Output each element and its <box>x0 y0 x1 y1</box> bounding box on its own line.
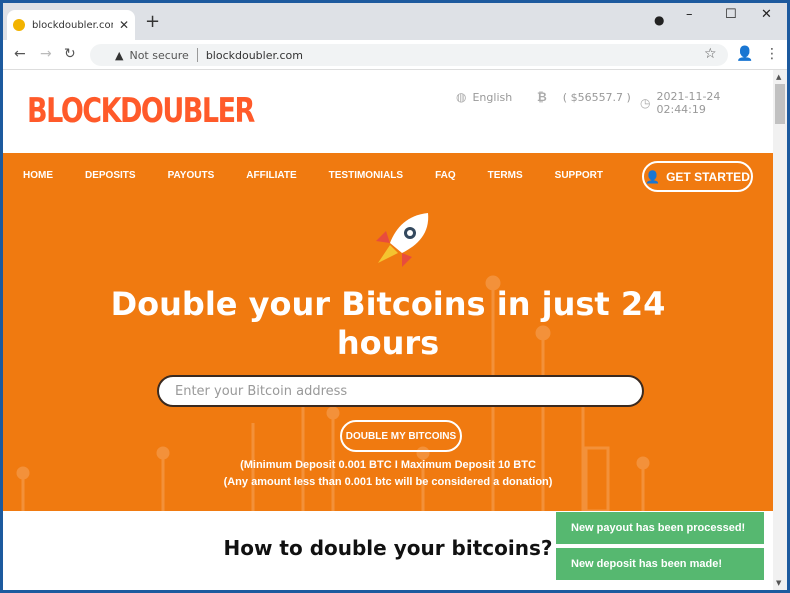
double-my-bitcoins-button[interactable]: DOUBLE MY BITCOINS <box>340 420 462 452</box>
site-logo[interactable]: BLOCKDOUBLER <box>27 92 255 131</box>
menu-icon[interactable]: ⋮ <box>765 46 779 62</box>
globe-icon: ◍ <box>456 90 467 104</box>
favicon-icon <box>13 19 25 31</box>
scrollbar-thumb[interactable] <box>775 84 785 124</box>
language-label: English <box>472 90 513 104</box>
star-icon[interactable]: ☆ <box>704 46 717 62</box>
language-selector[interactable]: ◍ English <box>456 90 512 104</box>
warning-icon: ▲ <box>115 48 124 62</box>
bitcoin-address-input[interactable] <box>157 375 644 407</box>
nav-payouts[interactable]: PAYOUTS <box>168 170 215 181</box>
tab-title: blockdoubler.com - Most Trusted <box>32 19 113 31</box>
nav-faq[interactable]: FAQ <box>435 170 456 181</box>
headline-line-2: hours <box>336 324 440 362</box>
close-window-icon[interactable]: ✕ <box>761 7 772 22</box>
url-text: blockdoubler.com <box>205 48 303 62</box>
nav-support[interactable]: SUPPORT <box>555 170 603 181</box>
main-nav: HOME DEPOSITS PAYOUTS AFFILIATE TESTIMON… <box>23 170 635 181</box>
browser-toolbar: ← → ↻ ▲ Not secure blockdoubler.com ☆ 👤 … <box>3 40 787 70</box>
tab-bar: blockdoubler.com - Most Trusted ✕ + ● – … <box>3 3 787 40</box>
nav-deposits[interactable]: DEPOSITS <box>85 170 136 181</box>
clock-icon: ◷ <box>640 96 651 110</box>
headline-line-1: Double your Bitcoins in just 24 <box>110 285 666 323</box>
get-started-button[interactable]: 👤 GET STARTED <box>642 161 753 192</box>
close-tab-icon[interactable]: ✕ <box>119 18 129 32</box>
donation-note: (Any amount less than 0.001 btc will be … <box>223 476 553 488</box>
hero-section: HOME DEPOSITS PAYOUTS AFFILIATE TESTIMON… <box>3 153 773 511</box>
divider <box>196 48 198 62</box>
browser-window: blockdoubler.com - Most Trusted ✕ + ● – … <box>3 3 787 590</box>
server-time: ◷ 2021-11-24 02:44:19 <box>640 90 773 116</box>
security-label: Not secure <box>129 48 189 62</box>
rocket-icon <box>376 213 429 267</box>
media-icon[interactable]: ● <box>654 13 664 27</box>
forward-icon[interactable]: → <box>40 46 52 62</box>
payout-notification[interactable]: New payout has been processed! <box>556 512 764 544</box>
site-header: BLOCKDOUBLER ◍ English ₿ ( $56557.7 ) ◷ … <box>3 70 773 153</box>
address-bar[interactable]: ▲ Not secure blockdoubler.com <box>90 44 728 66</box>
nav-affiliate[interactable]: AFFILIATE <box>246 170 296 181</box>
back-icon[interactable]: ← <box>14 46 26 62</box>
btc-price: ₿ ( $56557.7 ) <box>537 90 631 104</box>
scroll-up-icon[interactable]: ▲ <box>776 73 781 81</box>
nav-home[interactable]: HOME <box>23 170 53 181</box>
profile-avatar-icon[interactable]: 👤 <box>736 46 753 62</box>
btc-price-value: ( $56557.7 ) <box>562 90 631 104</box>
maximize-icon[interactable]: ☐ <box>725 7 737 22</box>
hero-headline: Double your Bitcoins in just 24 hours <box>3 285 773 363</box>
get-started-label: GET STARTED <box>666 169 750 184</box>
browser-tab[interactable]: blockdoubler.com - Most Trusted ✕ <box>7 10 135 40</box>
minimize-icon[interactable]: – <box>686 7 693 22</box>
scrollbar[interactable]: ▲ ▼ <box>773 70 787 590</box>
new-tab-icon[interactable]: + <box>145 11 160 32</box>
reload-icon[interactable]: ↻ <box>64 46 76 62</box>
bitcoin-icon: ₿ <box>537 90 547 104</box>
nav-terms[interactable]: TERMS <box>488 170 523 181</box>
nav-testimonials[interactable]: TESTIMONIALS <box>329 170 403 181</box>
user-icon: 👤 <box>645 169 661 184</box>
datetime-value: 2021-11-24 02:44:19 <box>656 90 721 116</box>
web-page: BLOCKDOUBLER ◍ English ₿ ( $56557.7 ) ◷ … <box>3 70 773 590</box>
deposit-notification[interactable]: New deposit has been made! <box>556 548 764 580</box>
deposit-limits-note: (Minimum Deposit 0.001 BTC I Maximum Dep… <box>240 459 536 471</box>
scroll-down-icon[interactable]: ▼ <box>776 579 781 587</box>
